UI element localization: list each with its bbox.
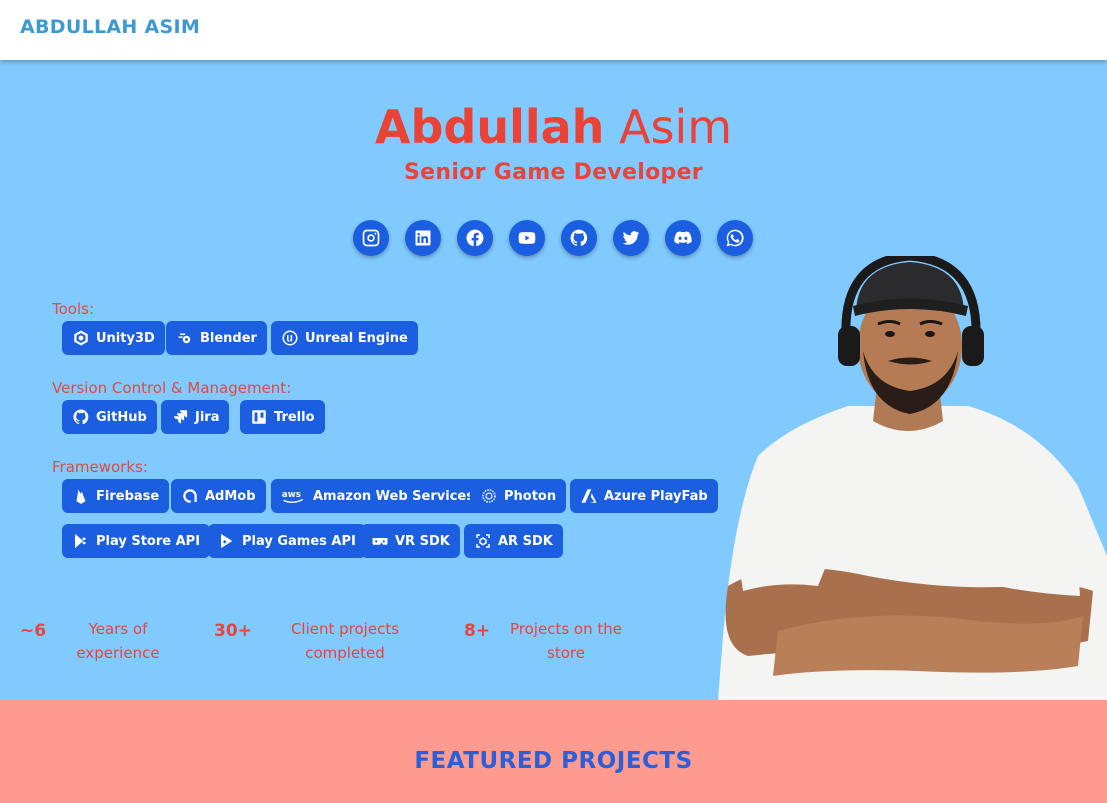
hero-section: Abdullah Asim Senior Game Developer Tool…	[0, 60, 1107, 700]
chip-unity3d[interactable]: Unity3D	[62, 321, 165, 355]
whatsapp-link[interactable]	[717, 220, 753, 256]
brand-logo-text[interactable]: ABDULLAH ASIM	[20, 16, 200, 38]
stat-store-label: Projects on the store	[510, 620, 622, 662]
chip-photon[interactable]: Photon	[470, 479, 567, 513]
stat-years-label: Years of experience	[76, 620, 160, 662]
stat-clients-value: 30+	[214, 621, 252, 641]
photon-icon	[480, 487, 498, 505]
stat-clients-label: Client projects completed	[290, 620, 400, 662]
play-games-icon	[218, 532, 236, 550]
hero-role: Senior Game Developer	[404, 160, 703, 185]
chip-amazon-web-services[interactable]: aws Amazon Web Services	[271, 479, 484, 513]
chip-play-store-api[interactable]: Play Store API	[62, 524, 211, 558]
unreal-engine-icon	[281, 329, 299, 347]
stat-years-value: ~6	[20, 621, 47, 641]
chip-admob[interactable]: AdMob	[171, 479, 266, 513]
trello-icon	[250, 408, 268, 426]
youtube-icon	[518, 232, 536, 244]
twitter-icon	[622, 231, 640, 245]
stat-store-value: 8+	[464, 621, 491, 641]
google-play-icon	[72, 532, 90, 550]
hero-last-name: Asim	[619, 100, 733, 154]
chip-vr-sdk[interactable]: VR SDK	[361, 524, 460, 558]
chip-firebase[interactable]: Firebase	[62, 479, 170, 513]
whatsapp-icon	[726, 229, 744, 247]
chip-azure-playfab[interactable]: Azure PlayFab	[570, 479, 718, 513]
vr-headset-icon	[371, 532, 389, 550]
hero-name: Abdullah Asim	[0, 104, 1107, 150]
firebase-icon	[72, 487, 90, 505]
azure-icon	[580, 487, 598, 505]
linkedin-link[interactable]	[405, 220, 441, 256]
instagram-link[interactable]	[353, 220, 389, 256]
version-control-label: Version Control & Management:	[52, 379, 292, 397]
top-nav: ABDULLAH ASIM	[0, 0, 1107, 60]
youtube-link[interactable]	[509, 220, 545, 256]
unity-icon	[72, 329, 90, 347]
profile-photo	[718, 256, 1107, 700]
admob-icon	[181, 487, 199, 505]
hero-first-name: Abdullah	[374, 100, 605, 154]
github-icon	[72, 408, 90, 426]
chip-jira[interactable]: Jira	[161, 400, 230, 434]
aws-icon: aws	[281, 487, 307, 505]
jira-icon	[171, 408, 189, 426]
chip-github[interactable]: GitHub	[62, 400, 157, 434]
chip-play-games-api[interactable]: Play Games API	[208, 524, 366, 558]
linkedin-icon	[415, 230, 431, 246]
featured-projects-section: FEATURED PROJECTS	[0, 700, 1107, 803]
twitter-link[interactable]	[613, 220, 649, 256]
chip-ar-sdk[interactable]: AR SDK	[464, 524, 563, 558]
discord-icon	[674, 231, 692, 245]
facebook-icon	[466, 229, 484, 247]
instagram-icon	[362, 229, 380, 247]
chip-blender[interactable]: Blender	[166, 321, 267, 355]
social-links	[353, 220, 773, 258]
discord-link[interactable]	[665, 220, 701, 256]
featured-projects-title: FEATURED PROJECTS	[414, 748, 693, 774]
facebook-link[interactable]	[457, 220, 493, 256]
chip-unreal-engine[interactable]: Unreal Engine	[271, 321, 418, 355]
tools-label: Tools:	[52, 300, 95, 318]
github-link[interactable]	[561, 220, 597, 256]
chip-trello[interactable]: Trello	[240, 400, 325, 434]
frameworks-label: Frameworks:	[52, 458, 148, 476]
ar-icon	[474, 532, 492, 550]
svg-text:aws: aws	[282, 490, 301, 500]
blender-icon	[176, 329, 194, 347]
github-icon	[570, 229, 588, 246]
